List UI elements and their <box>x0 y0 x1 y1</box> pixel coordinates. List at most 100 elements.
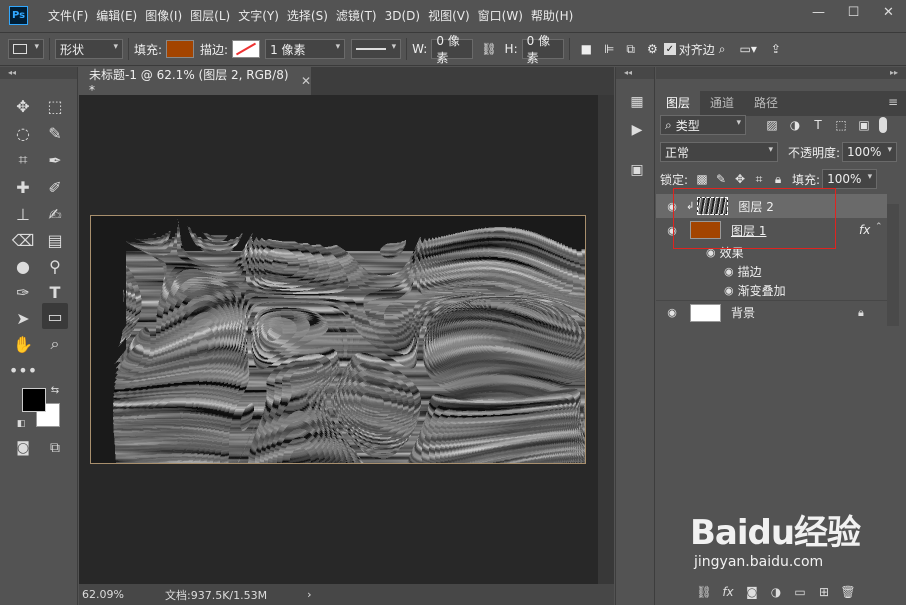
adjustment-filter-icon[interactable]: ◑ <box>787 117 803 133</box>
stroke-color-swatch[interactable] <box>232 40 261 58</box>
menu-help[interactable]: 帮助(H) <box>531 7 573 24</box>
filter-kind-select[interactable]: ⌕ 类型 ▾ <box>660 115 746 135</box>
lock-transparent-icon[interactable]: ▩ <box>694 171 710 187</box>
eyedropper-tool-icon[interactable]: ✒ <box>42 147 68 173</box>
link-icon[interactable]: ⛓ <box>481 42 496 56</box>
marquee-tool-icon[interactable]: ⬚ <box>42 93 68 119</box>
zoom-tool-icon[interactable]: ⌕ <box>42 331 68 357</box>
layer-name[interactable]: 背景 <box>731 304 755 321</box>
layer-row[interactable]: ◉ 图层 1 fx <box>656 218 887 242</box>
quick-mask-icon[interactable]: ◙ <box>10 435 36 461</box>
history-panel-icon[interactable]: ▦ <box>626 91 648 113</box>
lock-position-icon[interactable]: ✥ <box>732 171 748 187</box>
workspace-icon[interactable]: ▭▾ <box>740 42 757 56</box>
layers-scrollbar[interactable] <box>887 204 899 326</box>
menu-layer[interactable]: 图层(L) <box>190 7 230 24</box>
fx-icon[interactable]: fx <box>859 223 870 237</box>
width-input[interactable]: 0 像素 <box>431 34 474 65</box>
gradient-tool-icon[interactable]: ▤ <box>42 227 68 253</box>
menu-type[interactable]: 文字(Y) <box>238 7 279 24</box>
dodge-tool-icon[interactable]: ⚲ <box>42 253 68 279</box>
menu-filter[interactable]: 滤镜(T) <box>336 7 377 24</box>
share-icon[interactable]: ⇪ <box>771 42 781 56</box>
document-tab[interactable]: 未标题-1 @ 62.1% (图层 2, RGB/8) * ✕ <box>79 67 311 97</box>
menu-select[interactable]: 选择(S) <box>287 7 328 24</box>
layer-name[interactable]: 图层 1 <box>731 222 766 239</box>
tab-paths[interactable]: 路径 <box>744 91 788 116</box>
menu-image[interactable]: 图像(I) <box>145 7 182 24</box>
stroke-width-select[interactable]: 1 像素 ▾ <box>265 39 346 59</box>
fill-opacity-input[interactable]: 100% ▾ <box>822 169 878 189</box>
canvas-area[interactable] <box>79 95 598 584</box>
tab-channels[interactable]: 通道 <box>700 91 744 116</box>
lock-all-icon[interactable]: 🔒︎ <box>770 171 786 187</box>
lock-artboard-icon[interactable]: ⌗ <box>751 171 767 187</box>
fill-color-swatch[interactable] <box>166 40 195 58</box>
chevron-right-icon[interactable]: › <box>307 588 311 601</box>
new-layer-icon[interactable]: ⊞ <box>812 585 836 599</box>
effects-row[interactable]: ◉ 效果 <box>656 242 887 262</box>
tool-preset-picker[interactable]: ▾ <box>8 39 44 59</box>
menu-edit[interactable]: 编辑(E) <box>96 7 137 24</box>
path-select-icon[interactable]: ➤ <box>10 305 36 331</box>
visibility-eye-icon[interactable]: ◉ <box>724 284 734 297</box>
clone-stamp-icon[interactable]: ⊥ <box>10 201 36 227</box>
panel-collapse-icon[interactable]: ◂◂ <box>616 67 654 79</box>
new-group-icon[interactable]: ▭ <box>788 585 812 599</box>
opacity-input[interactable]: 100% ▾ <box>842 142 898 162</box>
screen-mode-icon[interactable]: ⧉ <box>42 435 68 461</box>
path-alignment-icon[interactable]: ⊫ <box>604 42 614 56</box>
effect-row[interactable]: ◉ 渐变叠加 <box>656 280 887 300</box>
menu-file[interactable]: 文件(F) <box>48 7 88 24</box>
smart-object-filter-icon[interactable]: ▣ <box>856 117 872 133</box>
collapse-effects-icon[interactable]: ⌃ <box>875 222 883 232</box>
path-operations-icon[interactable]: ■ <box>581 42 592 56</box>
panel-menu-icon[interactable]: ≡ <box>888 95 898 109</box>
canvas-image[interactable] <box>90 215 586 464</box>
gear-icon[interactable]: ⚙ <box>647 42 658 56</box>
minimize-button[interactable]: — <box>801 0 836 24</box>
new-adjustment-icon[interactable]: ◑ <box>764 585 788 599</box>
add-style-icon[interactable]: fx <box>716 585 740 599</box>
visibility-eye-icon[interactable]: ◉ <box>664 306 680 319</box>
more-tools-icon[interactable]: ••• <box>9 357 37 383</box>
swap-colors-icon[interactable]: ⇆ <box>48 383 62 397</box>
quick-select-tool-icon[interactable]: ✎ <box>42 120 68 146</box>
add-mask-icon[interactable]: ◙ <box>740 585 764 599</box>
healing-brush-icon[interactable]: ✚ <box>10 174 36 200</box>
history-brush-icon[interactable]: ✍ <box>42 201 68 227</box>
move-tool-icon[interactable]: ✥ <box>10 93 36 119</box>
trash-icon[interactable]: 🗑︎ <box>836 585 860 599</box>
visibility-eye-icon[interactable]: ◉ <box>664 224 680 237</box>
panel-expand-icon[interactable]: ▸▸ <box>656 67 906 79</box>
visibility-eye-icon[interactable]: ◉ <box>664 200 680 213</box>
search-icon[interactable]: ⌕ <box>719 42 726 57</box>
menu-window[interactable]: 窗口(W) <box>478 7 523 24</box>
brush-tool-icon[interactable]: ✐ <box>42 174 68 200</box>
blend-mode-select[interactable]: 正常 ▾ <box>660 142 778 162</box>
filter-toggle-icon[interactable] <box>879 117 887 133</box>
vertical-scrollbar[interactable] <box>598 95 614 584</box>
effect-row[interactable]: ◉ 描边 <box>656 261 887 281</box>
close-tab-icon[interactable]: ✕ <box>301 74 311 88</box>
layer-name[interactable]: 图层 2 <box>738 198 773 215</box>
align-edges-checkbox[interactable]: ✓ <box>663 43 676 55</box>
properties-panel-icon[interactable]: ▣ <box>626 159 648 181</box>
zoom-level[interactable]: 62.09% <box>82 588 162 601</box>
blur-tool-icon[interactable]: ● <box>10 253 36 279</box>
visibility-eye-icon[interactable]: ◉ <box>706 246 716 259</box>
tool-mode-select[interactable]: 形状 ▾ <box>55 39 123 59</box>
pen-tool-icon[interactable]: ✑ <box>10 279 36 305</box>
menu-3d[interactable]: 3D(D) <box>385 9 420 23</box>
eraser-tool-icon[interactable]: ⌫ <box>10 227 36 253</box>
stroke-type-select[interactable]: ▾ <box>351 39 402 59</box>
hand-tool-icon[interactable]: ✋ <box>10 331 36 357</box>
rectangle-tool-icon[interactable]: ▭ <box>42 303 68 329</box>
height-input[interactable]: 0 像素 <box>521 34 564 65</box>
tab-layers[interactable]: 图层 <box>656 91 701 116</box>
type-tool-icon[interactable]: T <box>42 279 68 305</box>
visibility-eye-icon[interactable]: ◉ <box>724 265 734 278</box>
layer-row[interactable]: ◉ 背景 🔒︎ <box>656 300 887 324</box>
path-arrangement-icon[interactable]: ⧉ <box>626 42 635 57</box>
crop-tool-icon[interactable]: ⌗ <box>10 147 36 173</box>
